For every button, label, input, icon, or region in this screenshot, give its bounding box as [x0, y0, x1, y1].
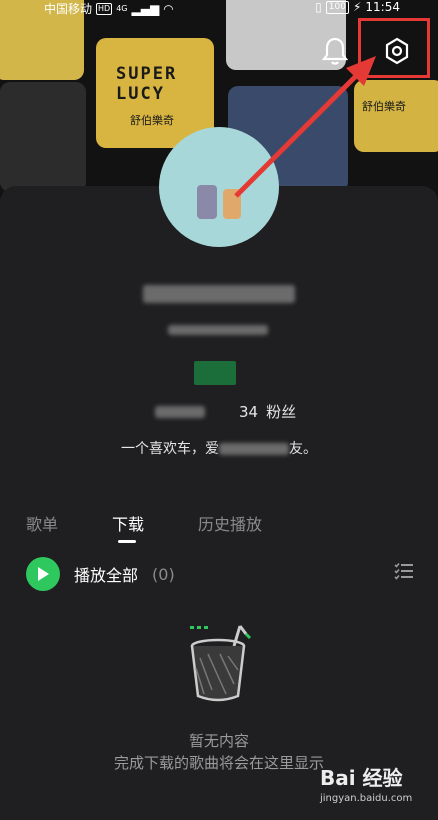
bio-text-end: 友。	[289, 441, 317, 457]
avatar-figure	[223, 189, 241, 219]
followers-label: 粉丝	[266, 403, 297, 421]
level-badge	[194, 361, 236, 385]
album-subtitle: 舒伯樂奇	[130, 114, 174, 127]
tab-playlists[interactable]: 歌单	[26, 511, 112, 535]
charging-icon: ⚡	[352, 0, 362, 14]
bell-icon[interactable]	[322, 36, 348, 66]
followers-count: 34	[239, 402, 259, 421]
tab-bar: 歌单 下载 历史播放	[26, 511, 284, 535]
play-icon	[38, 567, 49, 581]
album-tile: 舒伯樂奇	[354, 80, 438, 152]
avatar-figure	[197, 185, 217, 219]
vibrate-icon: ▯	[315, 0, 322, 14]
clock: 11:54	[365, 0, 400, 14]
album-title: SUPER LUCY	[116, 64, 178, 104]
username-blurred	[143, 283, 295, 305]
watermark-url: jingyan.baidu.com	[320, 793, 413, 804]
play-all-label: 播放全部	[74, 566, 139, 585]
user-meta-blurred	[168, 323, 268, 337]
follow-stats[interactable]: 34 粉丝	[155, 401, 296, 422]
tab-history[interactable]: 历史播放	[198, 511, 284, 535]
status-bar: 中国移动 HD 4G ▂▄▆ ◠ ▯ 100 ⚡ 11:54	[0, 0, 438, 16]
profile-panel	[0, 186, 438, 820]
signal-icon: ▂▄▆	[131, 1, 160, 16]
bio-blurred	[219, 443, 289, 455]
empty-cup-icon	[190, 625, 252, 702]
watermark-brand: Bai 经验	[320, 766, 403, 790]
song-count: (0)	[152, 564, 175, 584]
play-all-button[interactable]	[26, 557, 60, 591]
following-blurred	[155, 405, 205, 418]
bio-text-start: 一个喜欢车，爱	[121, 441, 219, 457]
carrier-label: 中国移动	[44, 2, 93, 16]
tab-downloads[interactable]: 下载	[112, 511, 198, 535]
album-tile	[0, 82, 86, 192]
watermark: Bai 经验 jingyan.baidu.com	[320, 762, 438, 818]
active-tab-indicator	[118, 540, 136, 543]
hd-badge: HD	[96, 2, 113, 15]
empty-title: 暂无内容	[188, 732, 249, 750]
avatar[interactable]	[159, 127, 279, 247]
album-subtitle: 舒伯樂奇	[362, 100, 406, 113]
battery-level: 100	[325, 0, 349, 14]
user-bio: 一个喜欢车，爱 友。	[0, 438, 438, 458]
list-manage-icon[interactable]	[394, 562, 414, 580]
network-label: 4G	[116, 4, 128, 13]
annotation-highlight-box	[358, 18, 430, 78]
wifi-icon: ◠	[163, 1, 174, 16]
play-all-row[interactable]: 播放全部 (0)	[26, 557, 175, 591]
